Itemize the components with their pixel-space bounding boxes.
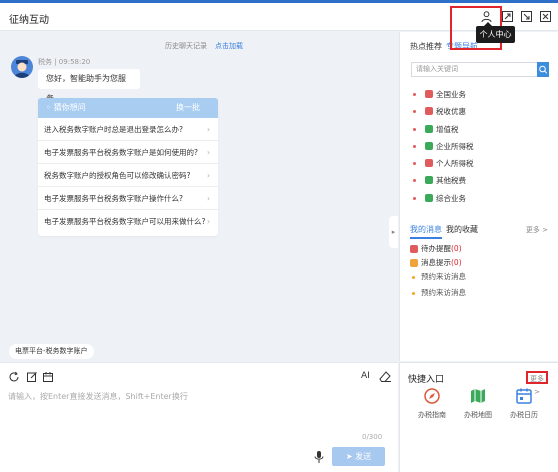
quick-entry-title: 快捷入口 (408, 375, 445, 385)
notice-item[interactable]: 消息提示(0) (410, 256, 462, 270)
history-label: 历史聊天记录 (165, 42, 207, 50)
calendar-icon[interactable] (42, 371, 54, 383)
history-links: 历史聊天记录 点击加载 (165, 41, 251, 51)
greeting-bubble: 您好，智能助手为您服务。 (38, 69, 140, 103)
collapse-panel-handle[interactable]: ▸ (389, 216, 398, 248)
map-icon (469, 387, 487, 405)
quick-item-map[interactable]: 办税地图 (458, 387, 498, 420)
chevron-right-icon: › (207, 125, 210, 134)
category-badge-icon (425, 159, 433, 168)
category-item[interactable]: 税收优惠 (413, 103, 474, 120)
category-item[interactable]: 综合业务 (413, 190, 474, 207)
category-badge-icon (425, 90, 433, 98)
category-badge-icon (425, 193, 433, 202)
chevron-right-icon: › (207, 217, 210, 226)
quick-entry-panel: 快捷入口 更多 > 办税指南 办税地图 办税日历 (399, 362, 558, 472)
quick-item-calendar[interactable]: 办税日历 (504, 387, 544, 420)
tab-my-messages[interactable]: 我的消息 (410, 224, 442, 239)
category-item[interactable]: 其他税费 (413, 172, 474, 189)
faq-item[interactable]: 进入税务数字账户时总是退出登录怎么办? › (38, 118, 218, 141)
category-item[interactable]: 个人所得税 (413, 155, 474, 172)
category-item[interactable]: 企业所得税 (413, 138, 474, 155)
chevron-right-icon: › (207, 148, 210, 157)
microphone-icon[interactable] (313, 450, 325, 464)
faq-header: ◦ 猜你想问 换一批 (38, 98, 218, 118)
close-icon[interactable] (539, 10, 552, 23)
category-item[interactable]: 增值税 (413, 121, 474, 138)
category-badge-icon (425, 141, 433, 150)
compass-icon (423, 387, 441, 405)
edit-icon[interactable] (26, 371, 38, 383)
suggestion-chip[interactable]: 电票平台-税务数字账户 (9, 344, 94, 359)
tab-my-favorites[interactable]: 我的收藏 (446, 224, 478, 237)
category-list: 全国业务 税收优惠 增值税 企业所得税 个人所得税 其他税费 综合业务 (413, 86, 474, 207)
appointment-item[interactable]: 预约来访消息 (412, 285, 466, 301)
notice-list: 待办提醒(0) 消息提示(0) (410, 242, 462, 270)
bullet-dot (413, 93, 416, 96)
popout-icon[interactable] (501, 10, 514, 23)
message-alert-icon (410, 259, 418, 267)
assistant-avatar (11, 56, 33, 78)
user-center-tooltip: 个人中心 (476, 22, 515, 43)
faq-title: 猜你想问 (53, 103, 86, 112)
bullet-dot (413, 196, 416, 200)
faq-item[interactable]: 电子发票服务平台税务数字账户操作什么? › (38, 187, 218, 210)
bullet-dot (413, 144, 416, 148)
tab-hot-recommend[interactable]: 热点推荐 (410, 42, 442, 51)
todo-reminder-icon (410, 245, 418, 253)
keyword-search-input[interactable]: 请输入关键词 (411, 62, 537, 77)
lightbulb-icon: ◦ (46, 103, 51, 112)
bullet-dot (413, 179, 416, 183)
notice-item[interactable]: 待办提醒(0) (410, 242, 462, 256)
char-count: 0/300 (362, 433, 383, 441)
faq-card: ◦ 猜你想问 换一批 进入税务数字账户时总是退出登录怎么办? › 电子发票服务平台税… (38, 98, 218, 236)
quick-more-link[interactable]: 更多 > (526, 371, 548, 396)
bullet-dot (412, 292, 415, 295)
appointment-item[interactable]: 预约来访消息 (412, 269, 466, 285)
category-badge-icon (425, 107, 433, 116)
appointment-list: 预约来访消息 预约来访消息 (412, 269, 466, 301)
refresh-icon[interactable] (8, 371, 20, 383)
send-button[interactable]: ➤ 发送 (332, 447, 385, 466)
messages-more-link[interactable]: 更多 > (526, 225, 548, 235)
category-badge-icon (425, 124, 433, 133)
eraser-icon[interactable] (378, 370, 392, 383)
hot-topics-panel: 热点推荐 专题导航 请输入关键词 全国业务 税收优惠 增值税 企业所得税 个人所得… (399, 32, 558, 361)
calendar-icon (515, 387, 533, 405)
category-item[interactable]: 全国业务 (413, 86, 474, 103)
search-icon[interactable] (537, 62, 549, 77)
load-history-link[interactable]: 点击加载 (215, 42, 243, 50)
faq-item[interactable]: 电子发票服务平台税务数字账户可以用来做什么? › (38, 210, 218, 233)
bullet-dot (413, 127, 416, 131)
app-title: 征纳互动 (9, 15, 49, 26)
message-tabs: 我的消息 我的收藏 更多 > (410, 224, 550, 239)
input-panel: AI 0/300 ➤ 发送 (0, 362, 398, 472)
bullet-dot (413, 162, 416, 166)
chevron-right-icon: › (207, 194, 210, 203)
faq-item[interactable]: 税务数字账户的授权角色可以修改确认密码? › (38, 164, 218, 187)
ai-button[interactable]: AI (361, 371, 370, 381)
chevron-right-icon: › (207, 171, 210, 180)
chat-panel: 历史聊天记录点击加载 税务 | 09:58:20 您好，智能助手为您服务。 ◦猜… (0, 32, 398, 361)
minimize-icon[interactable] (520, 10, 533, 23)
category-badge-icon (425, 176, 433, 185)
faq-item[interactable]: 电子发票服务平台税务数字账户是如何使用的? › (38, 141, 218, 164)
refresh-faq-button[interactable]: 换一批 (176, 98, 200, 118)
bullet-dot (413, 110, 416, 114)
message-input[interactable] (8, 391, 388, 431)
send-icon: ➤ (345, 452, 356, 461)
message-meta: 税务 | 09:58:20 (38, 58, 91, 66)
quick-item-guide[interactable]: 办税指南 (412, 387, 452, 420)
bullet-dot (412, 276, 415, 279)
